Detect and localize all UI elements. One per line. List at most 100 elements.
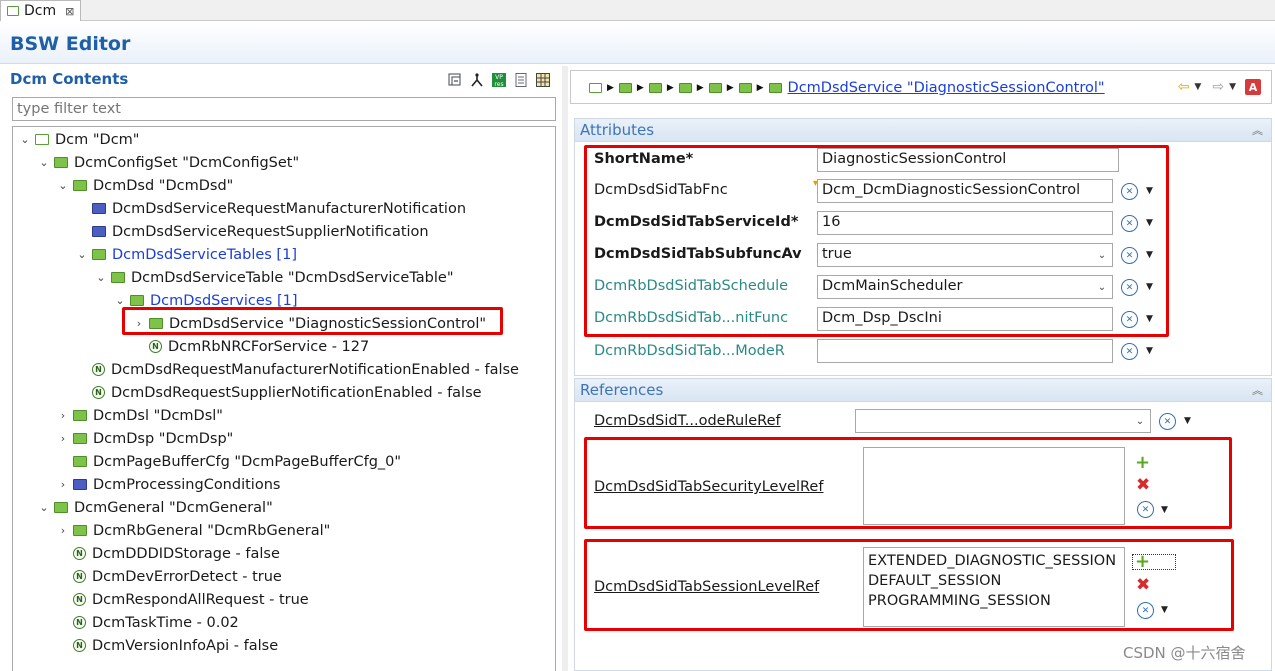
initfunc-field[interactable]: Dcm_Dsp_DscIni xyxy=(817,307,1113,331)
folder-icon[interactable] xyxy=(708,83,722,93)
tree-item[interactable]: ⌄ DcmConfigSet "DcmConfigSet" xyxy=(38,151,299,174)
config-class-icon[interactable]: ✕ xyxy=(1137,501,1154,518)
document-icon[interactable] xyxy=(513,72,529,88)
folder-icon[interactable] xyxy=(738,83,752,93)
list-item[interactable]: EXTENDED_DIAGNOSTIC_SESSION xyxy=(868,551,1120,571)
tree-item[interactable]: › DcmDsl "DcmDsl" xyxy=(57,404,223,427)
chevron-down-icon[interactable]: ▼ xyxy=(1161,605,1168,615)
moderuleref-select[interactable]: ⌄ xyxy=(855,409,1151,433)
collapse-icon[interactable]: ︽ xyxy=(1252,382,1263,398)
chevron-down-icon[interactable]: ▼ xyxy=(1146,282,1153,292)
serviceid-field[interactable]: 16 xyxy=(817,211,1113,235)
tree-item[interactable]: ·NDcmRespondAllRequest - true xyxy=(57,588,309,611)
chevron-down-icon[interactable]: ▼ xyxy=(1184,416,1191,426)
link-with-editor-icon[interactable] xyxy=(469,72,485,88)
config-class-icon[interactable]: ✕ xyxy=(1121,215,1138,232)
tree-item[interactable]: ·NDcmDsdRequestManufacturerNotificationE… xyxy=(76,358,519,381)
tree-item[interactable]: ·NDcmDevErrorDetect - true xyxy=(57,565,282,588)
chevron-down-icon[interactable]: ▼ xyxy=(1146,314,1153,324)
folder-icon[interactable] xyxy=(618,83,632,93)
folder-icon[interactable] xyxy=(768,83,782,93)
sessionlevelref-label[interactable]: DcmDsdSidTabSessionLevelRef xyxy=(594,579,819,595)
schedule-select[interactable]: DcmMainScheduler ⌄ xyxy=(817,275,1113,299)
list-item[interactable]: DEFAULT_SESSION xyxy=(868,571,1120,591)
config-class-icon[interactable]: ✕ xyxy=(1121,247,1138,264)
filter-input[interactable] xyxy=(12,97,556,121)
collapse-icon[interactable]: ︽ xyxy=(1252,122,1263,138)
tree-item[interactable]: › DcmDsdService "DiagnosticSessionControl… xyxy=(133,312,486,335)
tree-item[interactable]: ⌄ Dcm "Dcm" xyxy=(19,128,139,151)
moderule-field[interactable] xyxy=(817,339,1113,363)
chevron-down-icon[interactable]: ⌄ xyxy=(19,133,31,146)
tree-item[interactable]: ⌄ DcmDsdServiceTables [1] xyxy=(76,243,297,266)
add-icon[interactable]: + xyxy=(1135,454,1150,472)
forward-arrow-icon[interactable]: ⇨ xyxy=(1212,79,1224,95)
delete-icon[interactable]: ✖ xyxy=(1136,477,1150,494)
chevron-right-icon[interactable]: ▶ xyxy=(697,83,704,93)
back-arrow-icon[interactable]: ⇦ xyxy=(1178,79,1190,95)
folder-icon[interactable] xyxy=(678,83,692,93)
chevron-right-icon[interactable]: › xyxy=(133,317,145,330)
tree-item[interactable]: ·NDcmDsdRequestSupplierNotificationEnabl… xyxy=(76,381,482,404)
module-icon[interactable] xyxy=(589,83,602,93)
securitylevelref-list[interactable] xyxy=(863,447,1125,525)
tree-item[interactable]: ⌄ DcmGeneral "DcmGeneral" xyxy=(38,496,272,519)
chevron-down-icon[interactable]: ⌄ xyxy=(1133,413,1147,429)
add-icon[interactable]: + xyxy=(1132,553,1176,571)
tree-item[interactable]: ·NDcmVersionInfoApi - false xyxy=(57,634,278,657)
autosar-icon[interactable]: A xyxy=(1245,79,1261,95)
folder-icon[interactable] xyxy=(648,83,662,93)
tree-item[interactable]: ·DcmPageBufferCfg "DcmPageBufferCfg_0" xyxy=(57,450,401,473)
config-class-icon[interactable]: ✕ xyxy=(1121,343,1138,360)
config-class-icon[interactable]: ✕ xyxy=(1121,279,1138,296)
chevron-down-icon[interactable]: ⌄ xyxy=(38,156,50,169)
chevron-right-icon[interactable]: ▶ xyxy=(637,83,644,93)
chevron-right-icon[interactable]: ▶ xyxy=(667,83,674,93)
chevron-down-icon[interactable]: ⌄ xyxy=(76,248,88,261)
variant-resolved-icon[interactable]: VPres xyxy=(491,72,507,88)
chevron-down-icon[interactable]: ⌄ xyxy=(114,294,126,307)
breadcrumb-current[interactable]: DcmDsdService "DiagnosticSessionControl" xyxy=(788,80,1105,96)
tab-dcm[interactable]: Dcm ⊠ xyxy=(0,0,81,21)
tree-item[interactable]: › DcmProcessingConditions xyxy=(57,473,281,496)
references-header[interactable]: References ︽ xyxy=(575,379,1271,402)
config-class-icon[interactable]: ✕ xyxy=(1137,602,1154,619)
chevron-right-icon[interactable]: › xyxy=(57,432,69,445)
tree-item[interactable]: ·DcmDsdServiceRequestSupplierNotificatio… xyxy=(76,220,429,243)
moderuleref-label[interactable]: DcmDsdSidT...odeRuleRef xyxy=(594,413,781,429)
table-view-icon[interactable] xyxy=(535,72,551,88)
sidtabfnc-field[interactable]: Dcm_DcmDiagnosticSessionControl xyxy=(817,179,1113,203)
chevron-down-icon[interactable]: ▼ xyxy=(1161,505,1168,515)
tree-item[interactable]: ⌄ DcmDsdServiceTable "DcmDsdServiceTable" xyxy=(95,266,453,289)
chevron-right-icon[interactable]: ▶ xyxy=(727,83,734,93)
chevron-down-icon[interactable]: ⌄ xyxy=(1095,247,1109,263)
sessionlevelref-list[interactable]: EXTENDED_DIAGNOSTIC_SESSION DEFAULT_SESS… xyxy=(863,547,1125,627)
securitylevelref-label[interactable]: DcmDsdSidTabSecurityLevelRef xyxy=(594,479,823,495)
chevron-down-icon[interactable]: ▼ xyxy=(1146,186,1153,196)
chevron-down-icon[interactable]: ⌄ xyxy=(57,179,69,192)
chevron-down-icon[interactable]: ▼ xyxy=(1194,82,1201,92)
subfuncav-select[interactable]: true ⌄ xyxy=(817,243,1113,267)
tree-item[interactable]: ·NDcmRbNRCForService - 127 xyxy=(133,335,369,358)
collapse-all-icon[interactable] xyxy=(447,72,463,88)
tree-item[interactable]: › DcmDsp "DcmDsp" xyxy=(57,427,234,450)
chevron-down-icon[interactable]: ⌄ xyxy=(95,271,107,284)
chevron-right-icon[interactable]: ▶ xyxy=(757,83,764,93)
chevron-down-icon[interactable]: ▼ xyxy=(1146,218,1153,228)
chevron-right-icon[interactable]: › xyxy=(57,524,69,537)
tree-item[interactable]: ·NDcmDDDIDStorage - false xyxy=(57,542,280,565)
attributes-header[interactable]: Attributes ︽ xyxy=(575,119,1271,142)
chevron-down-icon[interactable]: ▼ xyxy=(1229,82,1236,92)
chevron-right-icon[interactable]: › xyxy=(57,409,69,422)
tree-item[interactable]: › DcmRbGeneral "DcmRbGeneral" xyxy=(57,519,331,542)
chevron-down-icon[interactable]: ⌄ xyxy=(38,501,50,514)
chevron-right-icon[interactable]: ▶ xyxy=(607,83,614,93)
chevron-down-icon[interactable]: ⌄ xyxy=(1095,279,1109,295)
config-class-icon[interactable]: ✕ xyxy=(1121,183,1138,200)
tree-item[interactable]: ⌄ DcmDsd "DcmDsd" xyxy=(57,174,233,197)
chevron-right-icon[interactable]: › xyxy=(57,478,69,491)
list-item[interactable]: PROGRAMMING_SESSION xyxy=(868,591,1120,611)
tree-item[interactable]: ·DcmDsdServiceRequestManufacturerNotific… xyxy=(76,197,466,220)
shortname-field[interactable]: DiagnosticSessionControl xyxy=(817,148,1119,172)
config-class-icon[interactable]: ✕ xyxy=(1121,311,1138,328)
